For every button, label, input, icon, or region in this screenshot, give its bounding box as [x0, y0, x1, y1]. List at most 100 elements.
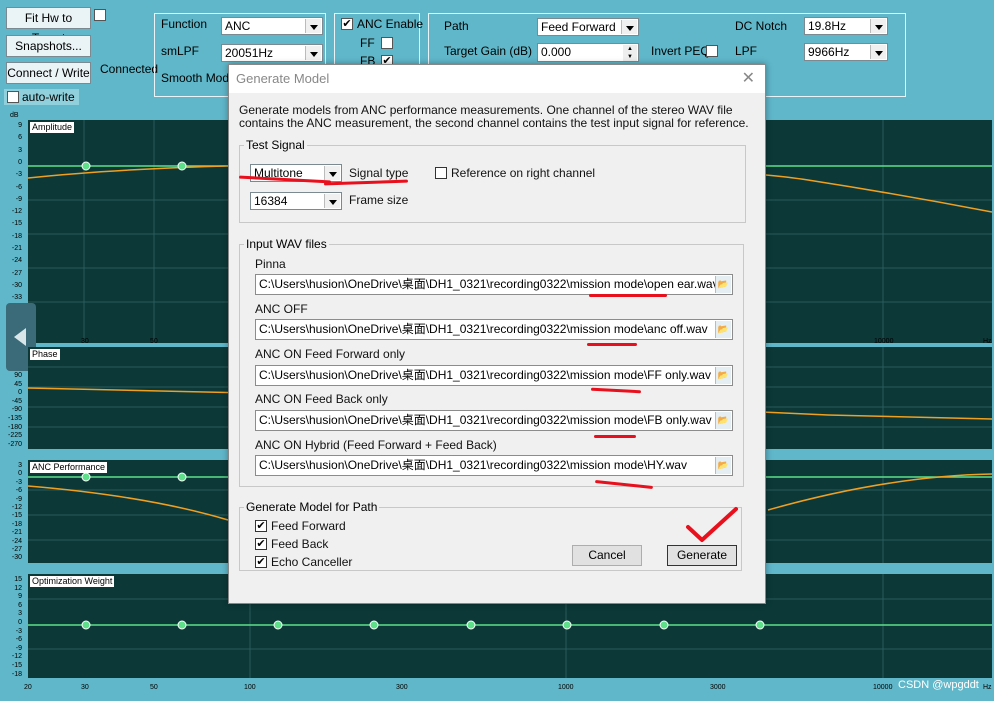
frame-size-select[interactable]: 16384 — [250, 192, 342, 210]
optimization-weight-title: Optimization Weight — [30, 576, 115, 587]
y-tick-label: -3 — [15, 627, 22, 635]
anc-performance-title: ANC Performance — [30, 462, 108, 473]
y-tick-label: 6 — [18, 134, 22, 142]
amplitude-title: Amplitude — [30, 122, 75, 133]
chevron-down-icon — [870, 19, 886, 33]
anc-fb-path-value: C:\Users\husion\OneDrive\桌面\DH1_0321\rec… — [259, 413, 712, 427]
path-select[interactable]: Feed Forward — [537, 18, 639, 36]
y-tick-label: -90 — [11, 406, 22, 414]
smlpf-select[interactable]: 20051Hz — [221, 44, 323, 62]
y-tick-label: -9 — [15, 644, 22, 652]
y-tick-label: -225 — [7, 432, 22, 440]
y-tick-label: -12 — [11, 653, 22, 661]
y-tick-label: -135 — [7, 415, 22, 422]
x-label-300: 300 — [396, 684, 408, 691]
anc-off-path-input[interactable]: C:\Users\husion\OneDrive\桌面\DH1_0321\rec… — [255, 319, 733, 340]
y-tick-label: -6 — [15, 636, 22, 644]
fit-checkbox[interactable] — [94, 9, 106, 21]
y-tick-label: 0 — [18, 158, 22, 166]
y-tick-label: -3 — [15, 171, 22, 179]
auto-write-row[interactable]: auto-write — [4, 89, 79, 105]
spin-up-icon[interactable]: ▲ — [623, 45, 637, 53]
amp-x-label-10000: 10000 — [874, 338, 894, 345]
feed-forward-label: Feed Forward — [271, 519, 346, 533]
cancel-button[interactable]: Cancel — [572, 545, 642, 566]
annotation-underline — [587, 343, 637, 346]
y-tick-label: -24 — [11, 257, 22, 265]
anc-fb-path-input[interactable]: C:\Users\husion\OneDrive\桌面\DH1_0321\rec… — [255, 410, 733, 431]
y-tick-label: -30 — [11, 281, 22, 289]
anc-hybrid-label: ANC ON Hybrid (Feed Forward + Feed Back) — [255, 438, 497, 452]
browse-file-icon[interactable]: 📂 — [715, 367, 731, 384]
y-tick-label: -33 — [11, 294, 22, 302]
dc-notch-label: DC Notch — [735, 19, 788, 33]
ff-label: FF — [360, 36, 375, 50]
y-tick-label: -24 — [11, 537, 22, 545]
pinna-label: Pinna — [255, 257, 286, 271]
feed-back-checkbox[interactable]: ✔ — [255, 538, 267, 550]
y-tick-label: 0 — [18, 619, 22, 626]
anc-enable-label: ANC Enable — [357, 17, 424, 31]
connect-write-button[interactable]: Connect / Write — [6, 62, 91, 84]
anc-hybrid-path-input[interactable]: C:\Users\husion\OneDrive\桌面\DH1_0321\rec… — [255, 455, 733, 476]
generate-button[interactable]: Generate — [667, 545, 737, 566]
y-tick-label: 9 — [18, 122, 22, 129]
y-tick-label: 9 — [18, 593, 22, 601]
anc-ff-path-input[interactable]: C:\Users\husion\OneDrive\桌面\DH1_0321\rec… — [255, 365, 733, 386]
echo-canceller-checkbox[interactable]: ✔ — [255, 556, 267, 568]
dc-notch-value: 19.8Hz — [808, 19, 847, 33]
browse-file-icon[interactable]: 📂 — [715, 457, 731, 474]
fit-hw-to-target-button[interactable]: Fit Hw to Target — [6, 7, 91, 45]
y-tick-label: -15 — [11, 662, 22, 669]
y-tick-label: -6 — [15, 183, 22, 191]
test-signal-group-label: Test Signal — [244, 138, 307, 152]
y-tick-label: 45 — [14, 380, 22, 388]
dialog-description: Generate models from ANC performance mea… — [239, 103, 749, 130]
auto-write-checkbox[interactable] — [7, 91, 19, 103]
y-tick-label: -15 — [11, 512, 22, 520]
pinna-path-input[interactable]: C:\Users\husion\OneDrive\桌面\DH1_0321\rec… — [255, 274, 733, 295]
lpf-value: 9966Hz — [808, 45, 850, 59]
y-tick-label: -27 — [11, 546, 22, 553]
reference-right-checkbox[interactable] — [435, 167, 447, 179]
chevron-down-icon — [324, 166, 340, 180]
x-label-50: 50 — [150, 684, 158, 691]
y-tick-label: -27 — [11, 269, 22, 277]
function-value: ANC — [225, 19, 251, 33]
dc-notch-select[interactable]: 19.8Hz — [804, 17, 888, 35]
y-tick-label: -3 — [15, 478, 22, 486]
amp-hz-unit: Hz — [983, 338, 992, 345]
anc-off-path-value: C:\Users\husion\OneDrive\桌面\DH1_0321\rec… — [259, 322, 708, 336]
snapshots-button[interactable]: Snapshots... — [6, 35, 91, 57]
close-icon[interactable]: ✕ — [742, 69, 755, 89]
anc-enable-checkbox[interactable]: ✔ — [341, 18, 353, 30]
y-tick-label: -12 — [11, 504, 22, 511]
y-tick-label: -12 — [11, 208, 22, 216]
browse-file-icon[interactable]: 📂 — [715, 276, 731, 293]
target-gain-input[interactable]: 0.000 ▲ ▼ — [537, 43, 639, 62]
y-tick-label: -270 — [7, 440, 22, 448]
y-tick-label: 3 — [18, 146, 22, 154]
path-value: Feed Forward — [541, 20, 616, 34]
y-tick-label: -18 — [11, 232, 22, 240]
smooth-model-label: Smooth Model — [161, 71, 239, 85]
browse-file-icon[interactable]: 📂 — [715, 321, 731, 338]
browse-file-icon[interactable]: 📂 — [715, 412, 731, 429]
ff-checkbox[interactable] — [381, 37, 393, 49]
dialog-title-bar: Generate Model ✕ — [229, 65, 765, 93]
x-label-30: 30 — [81, 684, 89, 691]
lpf-select[interactable]: 9966Hz — [804, 43, 888, 61]
invert-peq-checkbox[interactable] — [706, 45, 718, 57]
test-signal-group: Test Signal Multitone Signal type Refere… — [239, 138, 746, 223]
feed-forward-checkbox[interactable]: ✔ — [255, 520, 267, 532]
reference-right-label: Reference on right channel — [451, 166, 596, 180]
y-tick-label: -9 — [15, 195, 22, 203]
x-label-100: 100 — [244, 684, 256, 691]
y-tick-label: -21 — [11, 245, 22, 252]
function-select[interactable]: ANC — [221, 17, 323, 35]
y-tick-label: 0 — [18, 470, 22, 478]
spin-down-icon[interactable]: ▼ — [623, 53, 637, 61]
signal-type-label: Signal type — [349, 166, 409, 180]
anc-fb-label: ANC ON Feed Back only — [255, 392, 388, 406]
y-tick-label: 6 — [18, 601, 22, 609]
